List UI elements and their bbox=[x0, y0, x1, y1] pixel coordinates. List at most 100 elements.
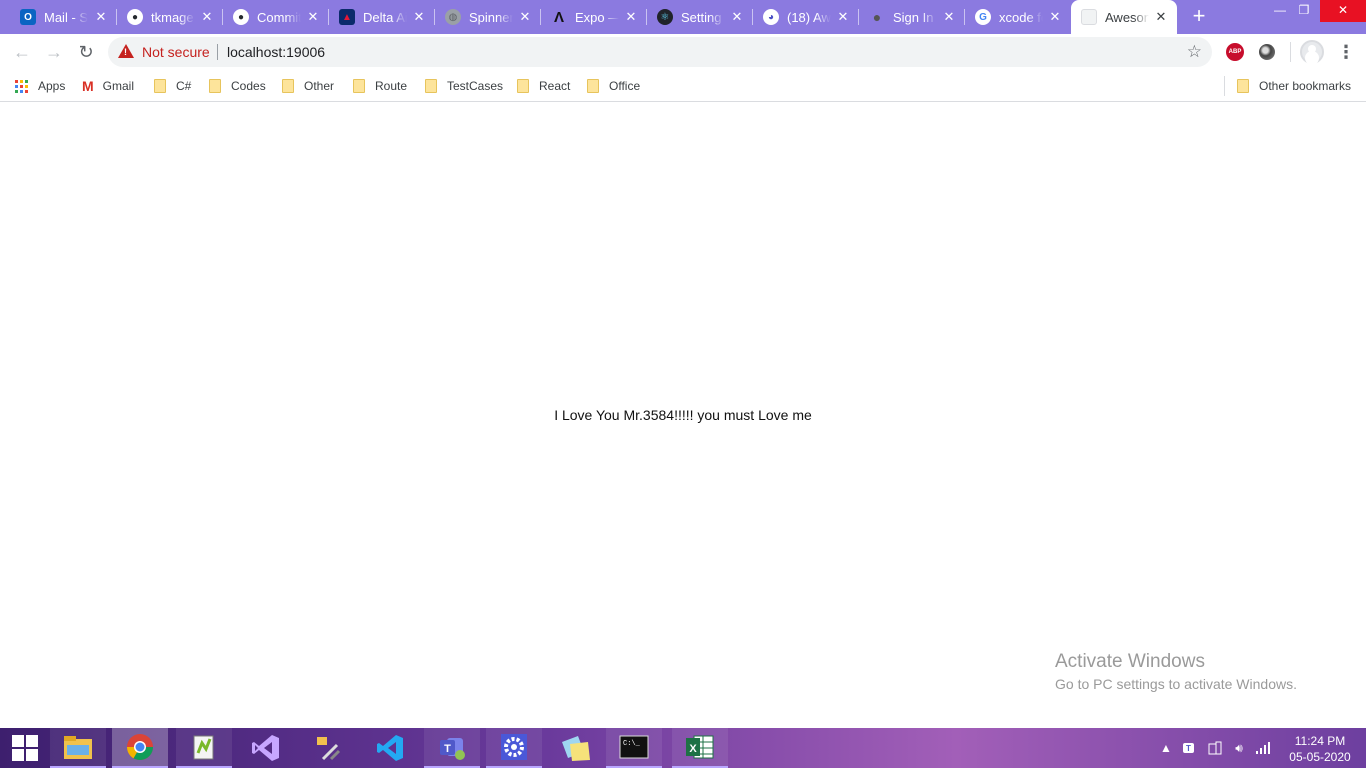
windows-logo-icon bbox=[12, 735, 38, 761]
tab-sign-in[interactable]: ● Sign In ✕ bbox=[859, 0, 965, 34]
tab-spinner[interactable]: ◍ Spinner ✕ bbox=[435, 0, 541, 34]
activate-windows-watermark: Activate Windows Go to PC settings to ac… bbox=[1055, 651, 1297, 692]
chat-icon: ◕ bbox=[763, 9, 779, 25]
watermark-title: Activate Windows bbox=[1055, 651, 1205, 672]
url-text[interactable]: localhost:19006 bbox=[227, 44, 325, 60]
browser-toolbar: ← → ↻ Not secure localhost:19006 ☆ bbox=[0, 34, 1366, 70]
start-button[interactable] bbox=[0, 728, 50, 768]
bookmark-folder-office[interactable]: Office bbox=[587, 77, 640, 95]
cmd-icon[interactable]: C:\_ bbox=[606, 728, 662, 768]
tab-title: Sign In bbox=[893, 9, 934, 25]
bookmark-label: Other bbox=[304, 79, 335, 93]
volume-icon[interactable]: 🔊︎ bbox=[1230, 728, 1248, 768]
extension-icon[interactable] bbox=[1259, 44, 1275, 60]
bookmark-folder-testcases[interactable]: TestCases bbox=[425, 77, 503, 95]
chrome-icon[interactable] bbox=[112, 728, 168, 768]
tab-awesome-chat[interactable]: ◕ (18) Aw ✕ bbox=[753, 0, 859, 34]
close-icon[interactable]: ✕ bbox=[941, 9, 957, 25]
close-icon[interactable]: ✕ bbox=[93, 9, 109, 25]
tab-title: Setting bbox=[681, 9, 722, 25]
tab-commit[interactable]: ● Commit ✕ bbox=[223, 0, 329, 34]
bookmark-folder-csharp[interactable]: C# bbox=[154, 77, 191, 95]
globe-icon: ◍ bbox=[445, 9, 461, 25]
tab-delta[interactable]: ▲ Delta Ai ✕ bbox=[329, 0, 435, 34]
close-icon[interactable]: ✕ bbox=[305, 9, 321, 25]
close-icon[interactable]: ✕ bbox=[199, 9, 215, 25]
bookmark-label: Gmail bbox=[102, 79, 135, 93]
page-message: I Love You Mr.3584!!!!! you must Love me bbox=[554, 407, 812, 423]
show-hidden-icons-chevron-icon[interactable]: ▲ bbox=[1160, 728, 1172, 768]
tab-title: Expo — bbox=[575, 9, 619, 25]
folder-icon bbox=[209, 79, 221, 93]
folder-icon bbox=[425, 79, 437, 93]
github-icon: ● bbox=[127, 9, 143, 25]
tab-title: Aweson bbox=[1105, 9, 1149, 25]
expo-icon: Λ bbox=[553, 8, 564, 26]
close-icon[interactable]: ✕ bbox=[1047, 9, 1063, 25]
sticky-notes-icon[interactable] bbox=[548, 728, 604, 768]
system-clock[interactable]: 11:24 PM 05-05-2020 bbox=[1282, 733, 1358, 765]
tab-xcode[interactable]: G xcode fc ✕ bbox=[965, 0, 1071, 34]
close-icon[interactable]: ✕ bbox=[729, 9, 745, 25]
bookmarks-bar: Apps M Gmail C# Codes Other Route TestCa… bbox=[0, 70, 1366, 102]
visual-studio-icon[interactable] bbox=[238, 728, 294, 768]
tab-tkmage[interactable]: ● tkmage ✕ bbox=[117, 0, 223, 34]
tab-settings[interactable]: ⚛ Setting ✕ bbox=[647, 0, 753, 34]
security-indicator[interactable]: Not secure bbox=[142, 44, 210, 60]
google-icon: G bbox=[975, 9, 991, 25]
profile-avatar-icon[interactable] bbox=[1300, 40, 1324, 64]
blank-page-icon bbox=[1081, 9, 1097, 25]
folder-icon bbox=[154, 79, 166, 93]
reload-button[interactable]: ↻ bbox=[76, 42, 96, 62]
watermark-subtitle: Go to PC settings to activate Windows. bbox=[1055, 676, 1297, 692]
notepadpp-icon[interactable] bbox=[176, 728, 232, 768]
settings-icon[interactable] bbox=[486, 728, 542, 768]
svg-text:T: T bbox=[1186, 744, 1191, 753]
apple-icon: ● bbox=[872, 9, 882, 25]
react-icon: ⚛ bbox=[657, 9, 673, 25]
bookmark-label: Apps bbox=[38, 79, 66, 93]
apps-grid-icon bbox=[15, 79, 28, 93]
forward-button[interactable]: → bbox=[44, 42, 64, 62]
bookmark-folder-route[interactable]: Route bbox=[353, 77, 407, 95]
bookmark-label: TestCases bbox=[447, 79, 504, 93]
toolbar-divider bbox=[1290, 42, 1291, 62]
bookmark-folder-codes[interactable]: Codes bbox=[209, 77, 266, 95]
tab-awesome-active[interactable]: Aweson ✕ bbox=[1071, 0, 1177, 34]
bookmark-label: Other bookmarks bbox=[1259, 79, 1352, 93]
back-button[interactable]: ← bbox=[12, 42, 32, 62]
teams-icon[interactable]: T bbox=[424, 728, 480, 768]
close-icon[interactable]: ✕ bbox=[411, 9, 427, 25]
bookmark-apps[interactable]: Apps bbox=[15, 77, 65, 95]
signal-bars-icon[interactable] bbox=[1254, 728, 1272, 768]
bookmark-star-icon[interactable]: ☆ bbox=[1187, 42, 1202, 62]
new-tab-button[interactable]: + bbox=[1188, 5, 1210, 28]
bookmark-folder-react[interactable]: React bbox=[517, 77, 570, 95]
bookmark-gmail[interactable]: M Gmail bbox=[82, 77, 134, 95]
vscode-icon[interactable] bbox=[362, 728, 418, 768]
network-devices-icon[interactable] bbox=[1206, 728, 1224, 768]
divider bbox=[217, 44, 218, 60]
close-icon[interactable]: ✕ bbox=[517, 9, 533, 25]
adblock-plus-icon[interactable]: ABP bbox=[1226, 43, 1244, 61]
close-window-button[interactable]: ✕ bbox=[1320, 0, 1366, 22]
teams-tray-icon[interactable]: T bbox=[1180, 728, 1200, 768]
tab-expo[interactable]: Λ Expo — ✕ bbox=[541, 0, 647, 34]
excel-icon[interactable]: X bbox=[672, 728, 728, 768]
close-icon[interactable]: ✕ bbox=[623, 9, 639, 25]
bookmark-label: React bbox=[539, 79, 571, 93]
bookmark-other-bookmarks[interactable]: Other bookmarks bbox=[1237, 77, 1351, 95]
tab-mail[interactable]: O Mail - Sh ✕ bbox=[0, 0, 117, 34]
close-icon[interactable]: ✕ bbox=[1153, 9, 1169, 25]
folder-icon bbox=[1237, 79, 1249, 93]
folder-icon bbox=[517, 79, 529, 93]
close-icon[interactable]: ✕ bbox=[835, 9, 851, 25]
bookmark-folder-other[interactable]: Other bbox=[282, 77, 334, 95]
folder-icon bbox=[587, 79, 599, 93]
tab-strip: O Mail - Sh ✕ ● tkmage ✕ ● Commit ✕ ▲ De… bbox=[0, 0, 1366, 34]
tools-icon[interactable] bbox=[300, 728, 356, 768]
address-bar[interactable]: Not secure localhost:19006 ☆ bbox=[108, 37, 1212, 67]
file-explorer-icon[interactable] bbox=[50, 728, 106, 768]
kebab-menu-icon[interactable]: ⋮ bbox=[1337, 42, 1355, 62]
tab-title: Spinner bbox=[469, 9, 513, 25]
